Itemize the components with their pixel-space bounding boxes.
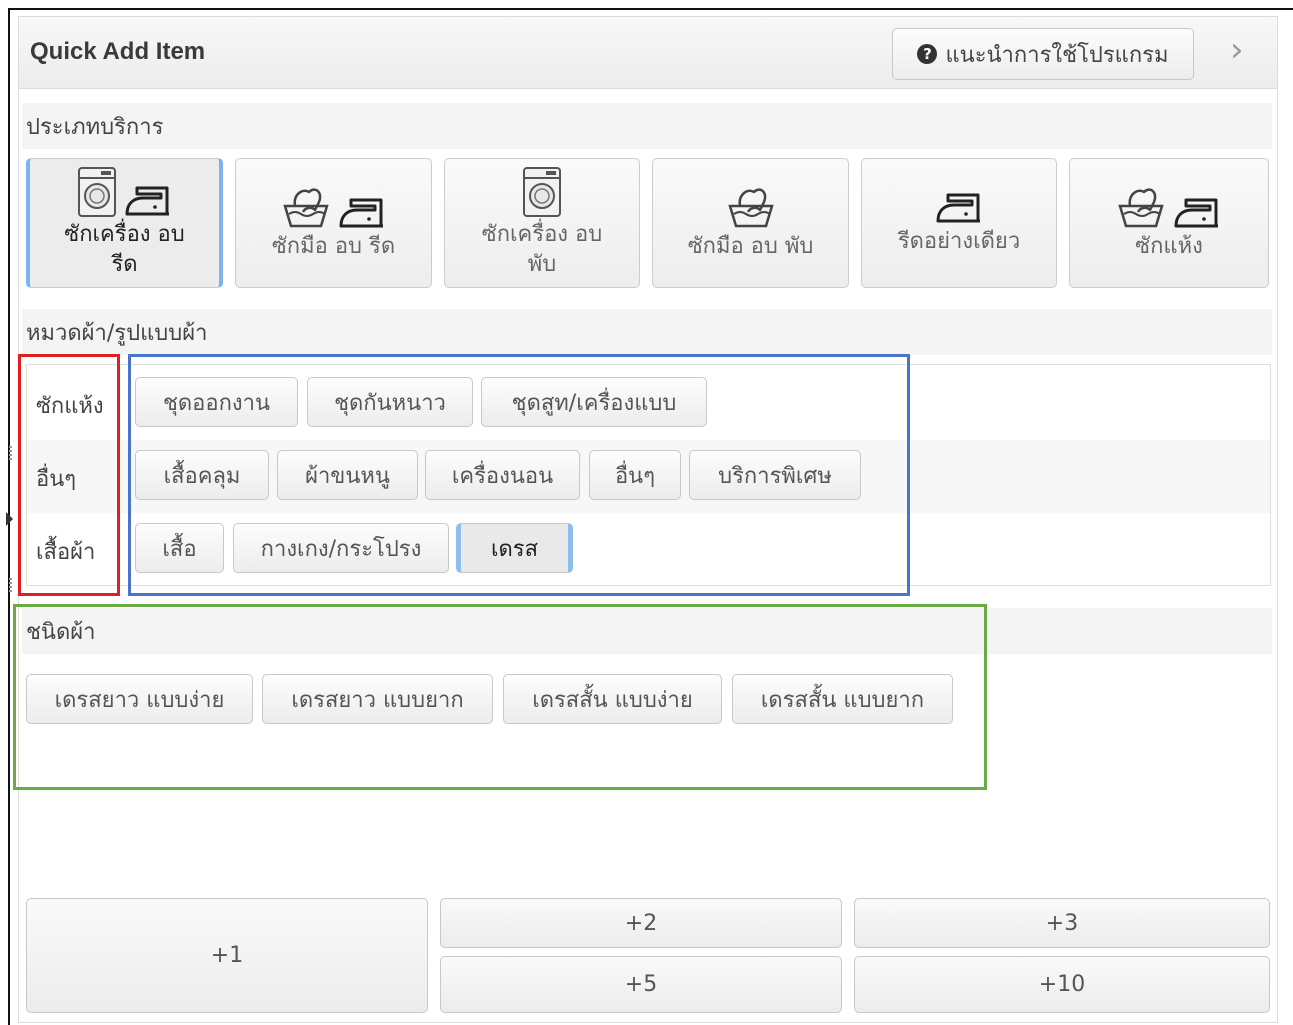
service-machine-wash-dry-fold[interactable]: ซักเครื่อง อบ พับ xyxy=(444,158,640,288)
category-section-label: หมวดผ้า/รูปแบบผ้า xyxy=(22,309,1272,355)
hand-wash-icon xyxy=(1118,188,1164,228)
iron-icon xyxy=(339,198,383,228)
service-label-line2: พับ xyxy=(527,252,557,277)
annotation-box-red xyxy=(18,354,120,596)
resize-grip[interactable] xyxy=(9,446,12,460)
add-1-button[interactable]: +1 xyxy=(26,898,428,1013)
expand-arrow-icon[interactable] xyxy=(6,512,13,526)
help-button-label: แนะนำการใช้โปรแกรม xyxy=(945,42,1169,68)
annotation-box-green xyxy=(13,604,987,790)
service-label: ซักเครื่อง อบ xyxy=(64,222,185,247)
service-dry-clean[interactable]: ซักแห้ง xyxy=(1069,158,1269,288)
hand-wash-icon xyxy=(282,188,329,228)
service-label-line2: รีด xyxy=(111,252,138,277)
washing-machine-icon xyxy=(77,167,116,217)
add-2-button[interactable]: +2 xyxy=(440,898,842,948)
add-3-button[interactable]: +3 xyxy=(854,898,1270,948)
resize-grip[interactable] xyxy=(9,578,12,592)
washing-machine-icon xyxy=(523,167,561,217)
service-hand-wash-dry-fold[interactable]: ซักมือ อบ พับ xyxy=(652,158,849,288)
service-label: ซักมือ อบ รีด xyxy=(271,234,396,259)
question-circle-icon: ? xyxy=(917,44,938,64)
chevron-right-icon[interactable]: › xyxy=(1230,30,1244,70)
iron-icon xyxy=(125,186,169,216)
service-label: รีดอย่างเดียว xyxy=(897,229,1021,254)
add-5-button[interactable]: +5 xyxy=(440,956,842,1013)
panel-title: Quick Add Item xyxy=(30,38,206,65)
help-button[interactable]: ? แนะนำการใช้โปรแกรม xyxy=(892,28,1194,80)
service-label: ซักมือ อบ พับ xyxy=(687,234,814,259)
service-type-label: ประเภทบริการ xyxy=(22,103,1272,149)
iron-icon xyxy=(936,193,980,223)
service-hand-wash-dry-iron[interactable]: ซักมือ อบ รีด xyxy=(235,158,432,288)
add-10-button[interactable]: +10 xyxy=(854,956,1270,1013)
service-label: ซักแห้ง xyxy=(1135,234,1203,259)
service-label: ซักเครื่อง อบ xyxy=(481,222,603,247)
annotation-box-blue xyxy=(128,354,910,596)
iron-icon xyxy=(1174,198,1218,228)
hand-wash-icon xyxy=(727,188,774,228)
service-iron-only[interactable]: รีดอย่างเดียว xyxy=(861,158,1057,288)
service-machine-wash-dry-iron[interactable]: ซักเครื่อง อบ รีด xyxy=(26,158,223,288)
